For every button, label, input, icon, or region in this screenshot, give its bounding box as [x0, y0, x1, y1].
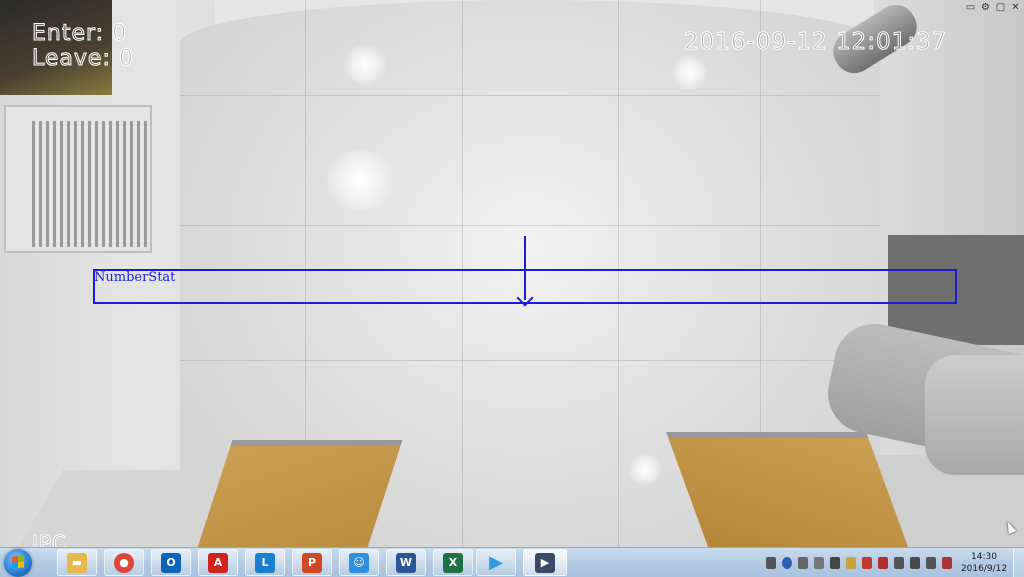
- taskbar-app-file-explorer[interactable]: ▬: [57, 549, 97, 576]
- show-desktop-button[interactable]: [1013, 548, 1024, 577]
- taskbar-app-outlook[interactable]: O: [151, 549, 191, 576]
- osd-timestamp: 2016-09-12 12:01:37: [683, 29, 948, 56]
- outlook-icon: O: [161, 552, 181, 573]
- powerpoint-icon: P: [302, 552, 322, 573]
- person-hand: [925, 355, 1024, 475]
- excel-icon: X: [443, 552, 463, 573]
- taskbar-app-word[interactable]: W: [386, 549, 426, 576]
- battery-icon[interactable]: [910, 557, 920, 569]
- windows-logo-icon: [12, 555, 24, 569]
- tile-seam: [180, 360, 880, 361]
- system-tray: 14:30 2016/9/12: [763, 548, 1024, 577]
- light-glare: [340, 45, 390, 85]
- counting-zone-label: NumberStat: [94, 270, 176, 285]
- taskbar-app-media-player[interactable]: ▶: [476, 549, 516, 576]
- clock-date: 2016/9/12: [960, 564, 1008, 574]
- power-icon[interactable]: [894, 557, 904, 569]
- taskbar-app-powerpoint[interactable]: P: [292, 549, 332, 576]
- fullscreen-icon[interactable]: ▢: [994, 2, 1007, 14]
- taskbar-app-chrome[interactable]: ●: [104, 549, 144, 576]
- tile-seam: [180, 225, 880, 226]
- contacts-icon: ☺: [349, 552, 369, 573]
- security-icon[interactable]: [862, 557, 872, 569]
- help-icon[interactable]: [782, 557, 792, 569]
- taskbar: ▬ ● O A L P ☺ W X ▶ ▶ 14:30 2016/9/12: [0, 547, 1024, 577]
- chevron-up-icon[interactable]: [814, 557, 824, 569]
- settings-icon[interactable]: ⚙: [979, 2, 992, 14]
- network-icon[interactable]: [926, 557, 936, 569]
- taskbar-app-contacts[interactable]: ☺: [339, 549, 379, 576]
- close-icon[interactable]: ✕: [1009, 2, 1022, 14]
- screen: Enter: 0 Leave: 0 2016-09-12 12:01:37 IP…: [0, 0, 1024, 577]
- enter-count: Enter: 0: [31, 21, 128, 47]
- acrobat-icon: A: [208, 552, 228, 573]
- taskbar-app-acrobat[interactable]: A: [198, 549, 238, 576]
- folder-sync-icon[interactable]: [846, 557, 856, 569]
- lync-icon: L: [255, 552, 275, 573]
- volume-muted-icon[interactable]: [942, 557, 952, 569]
- leave-count: Leave: 0: [32, 46, 134, 72]
- vent-grille: [32, 121, 148, 247]
- clock-time: 14:30: [971, 552, 997, 562]
- tray-app-icon[interactable]: [798, 557, 808, 569]
- device-icon[interactable]: [830, 557, 840, 569]
- word-icon: W: [396, 552, 416, 573]
- chrome-icon: ●: [114, 552, 134, 573]
- light-glare: [670, 55, 710, 90]
- taskbar-app-video-client[interactable]: ▶: [523, 549, 567, 576]
- taskbar-app-lync[interactable]: L: [245, 549, 285, 576]
- taskbar-clock[interactable]: 14:30 2016/9/12: [955, 551, 1013, 575]
- screen-icon[interactable]: ▭: [964, 2, 977, 14]
- keyboard-icon[interactable]: [766, 557, 776, 569]
- light-glare: [625, 455, 665, 485]
- window-controls: ▭ ⚙ ▢ ✕: [964, 2, 1022, 14]
- air-vent: [4, 105, 152, 253]
- start-button[interactable]: [4, 549, 32, 577]
- play-icon: ▶: [489, 552, 503, 573]
- alert-icon[interactable]: [878, 557, 888, 569]
- light-glare: [320, 150, 400, 210]
- video-icon: ▶: [535, 552, 555, 573]
- tile-seam: [180, 95, 880, 96]
- taskbar-app-excel[interactable]: X: [433, 549, 473, 576]
- folder-icon: ▬: [67, 552, 87, 573]
